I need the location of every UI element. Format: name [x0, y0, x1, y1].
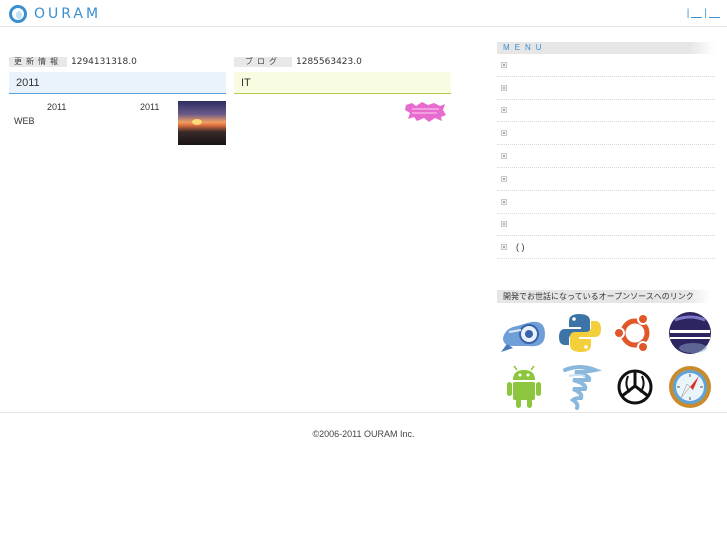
news-timestamp: 1294131318.0 [71, 56, 137, 67]
news-title[interactable]: 2011 [9, 72, 226, 94]
github-icon[interactable] [610, 362, 660, 412]
menu-item-9[interactable]: ( ) [497, 236, 715, 260]
site-logo[interactable]: OURAM [9, 4, 101, 24]
blog-timestamp: 1285563423.0 [296, 56, 362, 67]
header-links: | | [685, 8, 720, 19]
menu-item-7[interactable] [497, 191, 715, 214]
logo-mark-icon [9, 5, 27, 23]
header-separator: | [686, 8, 690, 19]
news-entry: 2011 2011 WEB [9, 94, 226, 154]
blog-title[interactable]: IT [234, 72, 451, 94]
site-header: OURAM | | [0, 0, 727, 27]
bullet-icon [501, 198, 507, 205]
menu-item-8[interactable] [497, 214, 715, 237]
menu-item-4[interactable] [497, 122, 715, 146]
blog-tag-row: ブログ 1285563423.0 [234, 56, 451, 67]
blog-section: ブログ 1285563423.0 IT [234, 56, 451, 154]
menu-item-label: ( ) [516, 242, 525, 253]
header-link-1[interactable] [691, 9, 703, 18]
header-separator: | [704, 8, 707, 19]
bullet-icon [501, 84, 507, 91]
tornado-icon[interactable] [555, 362, 605, 412]
safari-icon[interactable] [665, 362, 715, 412]
android-icon[interactable] [499, 362, 549, 412]
news-section: 更新情報 1294131318.0 2011 2011 2011 WEB [9, 56, 226, 154]
bullet-icon [501, 221, 507, 228]
news-text-3: WEB [14, 116, 35, 126]
logo-text: OURAM [34, 6, 102, 22]
footer-divider [0, 412, 727, 413]
bullet-icon [501, 130, 507, 137]
appengine-icon[interactable] [499, 308, 549, 358]
news-tag-row: 更新情報 1294131318.0 [9, 56, 226, 67]
news-sunset-thumbnail[interactable] [178, 101, 226, 145]
menu-heading: MENU [497, 42, 715, 54]
bullet-icon [501, 61, 507, 68]
menu-item-1[interactable] [497, 54, 715, 77]
menu-item-5[interactable] [497, 145, 715, 168]
eclipse-icon[interactable] [665, 308, 715, 358]
footer-copyright: ©2006-2011 OURAM Inc. [312, 429, 415, 439]
header-link-2[interactable] [709, 9, 720, 18]
bullet-icon [501, 107, 507, 114]
news-tag: 更新情報 [9, 56, 67, 67]
blog-badge-icon[interactable] [404, 101, 447, 123]
oss-heading: 開発でお世話になっているオープンソースへのリンク [497, 290, 711, 303]
menu-item-6[interactable] [497, 168, 715, 191]
news-text-1[interactable]: 2011 [47, 102, 66, 112]
sidebar-menu: MENU ( ) [497, 42, 715, 260]
menu-item-3[interactable] [497, 100, 715, 123]
ubuntu-icon[interactable] [610, 308, 660, 358]
blog-tag: ブログ [234, 56, 292, 67]
blog-entry [234, 94, 451, 154]
news-text-2: 2011 [140, 102, 160, 112]
menu-item-2[interactable] [497, 77, 715, 100]
bullet-icon [501, 244, 507, 251]
python-icon[interactable] [555, 308, 605, 358]
bullet-icon [501, 175, 507, 182]
bullet-icon [501, 153, 507, 160]
